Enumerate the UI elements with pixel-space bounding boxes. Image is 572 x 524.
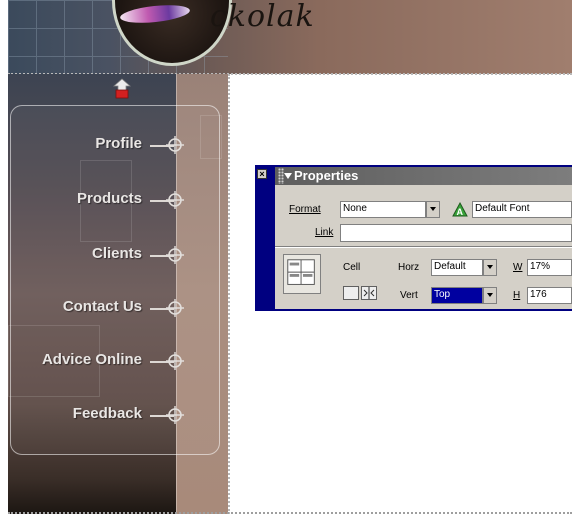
menu-item-label: Clients	[91, 245, 142, 262]
font-select[interactable]: Default Font	[472, 201, 572, 218]
properties-title: Properties	[294, 168, 359, 183]
link-input[interactable]	[340, 224, 572, 242]
crosshair-icon	[166, 246, 184, 264]
menu-item-label: Contact Us	[62, 298, 142, 315]
split-cells-icon[interactable]	[361, 286, 377, 300]
page-canvas: ckolak Profile Products Clients Contact …	[0, 0, 572, 524]
format-dropdown-button[interactable]	[426, 201, 440, 218]
vert-select[interactable]: Top	[431, 287, 483, 304]
collapse-arrow-icon[interactable]	[284, 172, 292, 180]
close-icon[interactable]: ×	[257, 169, 267, 179]
crosshair-icon	[166, 136, 184, 154]
font-color-icon[interactable]: A	[451, 201, 469, 218]
menu-item-contact-us[interactable]: Contact Us	[12, 296, 202, 320]
crosshair-icon	[166, 299, 184, 317]
crosshair-icon	[166, 406, 184, 424]
menu-item-clients[interactable]: Clients	[12, 243, 202, 267]
horz-select[interactable]: Default	[431, 259, 483, 276]
cell-layout-icon	[283, 254, 321, 294]
menu-item-label: Products	[76, 190, 142, 207]
vert-label: Vert	[400, 290, 418, 301]
merge-cells-icon[interactable]	[343, 286, 359, 300]
table-border-vertical	[228, 74, 230, 514]
height-label: H	[513, 290, 521, 301]
format-select[interactable]: None	[340, 201, 426, 218]
table-border-bottom	[8, 512, 572, 514]
menu-item-profile[interactable]: Profile	[12, 133, 202, 157]
properties-separator	[275, 246, 572, 248]
cell-label: Cell	[343, 262, 361, 273]
crosshair-icon	[166, 191, 184, 209]
up-arrow-icon[interactable]	[113, 78, 131, 100]
crosshair-icon	[166, 352, 184, 370]
vert-dropdown-button[interactable]	[483, 287, 497, 304]
horz-dropdown-button[interactable]	[483, 259, 497, 276]
logo-text: ckolak	[210, 0, 315, 34]
menu-item-label: Profile	[95, 135, 142, 152]
height-input[interactable]: 176	[527, 287, 572, 304]
link-label: Link	[315, 227, 334, 238]
width-label: W	[513, 262, 523, 273]
font-color-glyph: A	[457, 207, 464, 217]
menu-item-label: Advice Online	[41, 351, 142, 368]
width-input[interactable]: 17%	[527, 259, 572, 276]
menu-item-products[interactable]: Products	[12, 188, 202, 212]
menu-item-label: Feedback	[72, 405, 142, 422]
horz-label: Horz	[398, 262, 420, 273]
menu-item-advice-online[interactable]: Advice Online	[12, 349, 202, 373]
format-label: Format	[289, 204, 321, 215]
menu-item-feedback[interactable]: Feedback	[12, 403, 202, 427]
